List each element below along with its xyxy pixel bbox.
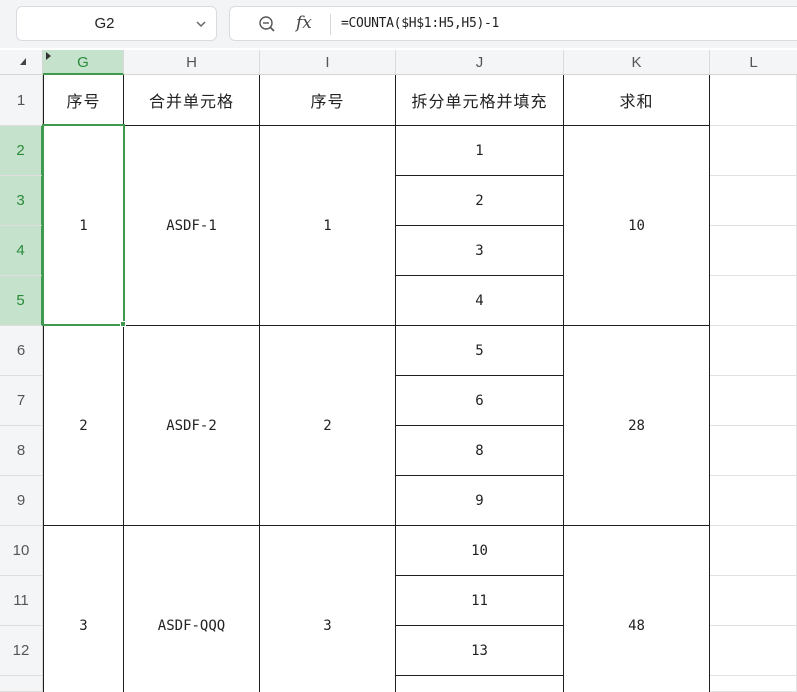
merged-cell-k2-k5[interactable]: 10 bbox=[564, 126, 710, 326]
cell-l3[interactable] bbox=[710, 176, 797, 226]
merged-cell-g10-g13[interactable]: 3 bbox=[44, 526, 124, 692]
cell-j8[interactable]: 8 bbox=[396, 426, 564, 476]
row-header-13[interactable] bbox=[0, 676, 43, 692]
cell-l8[interactable] bbox=[710, 426, 797, 476]
formula-input[interactable]: =COUNTA($H$1:H5,H5)-1 bbox=[341, 7, 499, 40]
row-header-7[interactable]: 7 bbox=[0, 376, 43, 426]
column-header-i[interactable]: I bbox=[260, 50, 396, 75]
merged-cell-i6-i9[interactable]: 2 bbox=[260, 326, 396, 526]
cell-l9[interactable] bbox=[710, 476, 797, 526]
zoom-out-icon[interactable] bbox=[258, 15, 276, 33]
column-marker-icon bbox=[46, 52, 51, 60]
cell-l11[interactable] bbox=[710, 576, 797, 626]
cell-j12[interactable]: 13 bbox=[396, 626, 564, 676]
cell-l4[interactable] bbox=[710, 226, 797, 276]
formula-separator bbox=[330, 14, 331, 35]
fill-handle[interactable] bbox=[120, 321, 126, 327]
formula-toolbar: G2 fx =COUNTA($H$1:H5,H5)-1 bbox=[0, 0, 797, 48]
cell-j13[interactable] bbox=[396, 676, 564, 692]
column-header-h[interactable]: H bbox=[124, 50, 260, 75]
row-header-9[interactable]: 9 bbox=[0, 476, 43, 526]
row-header-11[interactable]: 11 bbox=[0, 576, 43, 626]
merged-cell-i2-i5[interactable]: 1 bbox=[260, 126, 396, 326]
merged-cell-h10-h13[interactable]: ASDF-QQQ bbox=[124, 526, 260, 692]
cell-j11[interactable]: 11 bbox=[396, 576, 564, 626]
cell-i1[interactable]: 序号 bbox=[260, 75, 396, 126]
cell-l7[interactable] bbox=[710, 376, 797, 426]
select-all-button[interactable] bbox=[0, 50, 43, 75]
cell-j2[interactable]: 1 bbox=[396, 126, 564, 176]
merged-cell-i10-i13[interactable]: 3 bbox=[260, 526, 396, 692]
row-header-5[interactable]: 5 bbox=[0, 276, 43, 326]
cell-l2[interactable] bbox=[710, 126, 797, 176]
row-header-1[interactable]: 1 bbox=[0, 75, 43, 126]
cell-j6[interactable]: 5 bbox=[396, 326, 564, 376]
function-icon[interactable]: fx bbox=[296, 13, 312, 33]
cell-g1[interactable]: 序号 bbox=[44, 75, 124, 126]
column-header-g[interactable]: G bbox=[43, 50, 124, 75]
row-header-10[interactable]: 10 bbox=[0, 526, 43, 576]
row-header-6[interactable]: 6 bbox=[0, 326, 43, 376]
row-header-8[interactable]: 8 bbox=[0, 426, 43, 476]
active-cell-selection[interactable] bbox=[42, 124, 125, 326]
cell-j5[interactable]: 4 bbox=[396, 276, 564, 326]
cell-j7[interactable]: 6 bbox=[396, 376, 564, 426]
formula-bar: fx =COUNTA($H$1:H5,H5)-1 bbox=[229, 6, 797, 41]
column-header-j[interactable]: J bbox=[396, 50, 564, 75]
select-all-triangle-icon bbox=[20, 58, 26, 65]
row-header-12[interactable]: 12 bbox=[0, 626, 43, 676]
cell-l1[interactable] bbox=[710, 75, 797, 126]
cell-h1[interactable]: 合并单元格 bbox=[124, 75, 260, 126]
merged-cell-k6-k9[interactable]: 28 bbox=[564, 326, 710, 526]
cell-l12[interactable] bbox=[710, 626, 797, 676]
row-header-4[interactable]: 4 bbox=[0, 226, 43, 276]
row-header-3[interactable]: 3 bbox=[0, 176, 43, 226]
merged-cell-h6-h9[interactable]: ASDF-2 bbox=[124, 326, 260, 526]
merged-cell-k10-k13[interactable]: 48 bbox=[564, 526, 710, 692]
cell-j10[interactable]: 10 bbox=[396, 526, 564, 576]
cell-j1[interactable]: 拆分单元格并填充 bbox=[396, 75, 564, 126]
column-header-k[interactable]: K bbox=[564, 50, 710, 75]
cell-k1[interactable]: 求和 bbox=[564, 75, 710, 126]
cell-l10[interactable] bbox=[710, 526, 797, 576]
cell-l5[interactable] bbox=[710, 276, 797, 326]
cell-j9[interactable]: 9 bbox=[396, 476, 564, 526]
name-box-value[interactable]: G2 bbox=[17, 7, 192, 40]
merged-cell-g6-g9[interactable]: 2 bbox=[44, 326, 124, 526]
name-box[interactable]: G2 bbox=[16, 6, 217, 41]
cell-l13[interactable] bbox=[710, 676, 797, 692]
cell-j4[interactable]: 3 bbox=[396, 226, 564, 276]
cell-l6[interactable] bbox=[710, 326, 797, 376]
merged-cell-h2-h5[interactable]: ASDF-1 bbox=[124, 126, 260, 326]
column-header-l[interactable]: L bbox=[710, 50, 797, 75]
chevron-down-icon[interactable] bbox=[194, 17, 208, 31]
row-header-2[interactable]: 2 bbox=[0, 126, 43, 176]
cell-j3[interactable]: 2 bbox=[396, 176, 564, 226]
